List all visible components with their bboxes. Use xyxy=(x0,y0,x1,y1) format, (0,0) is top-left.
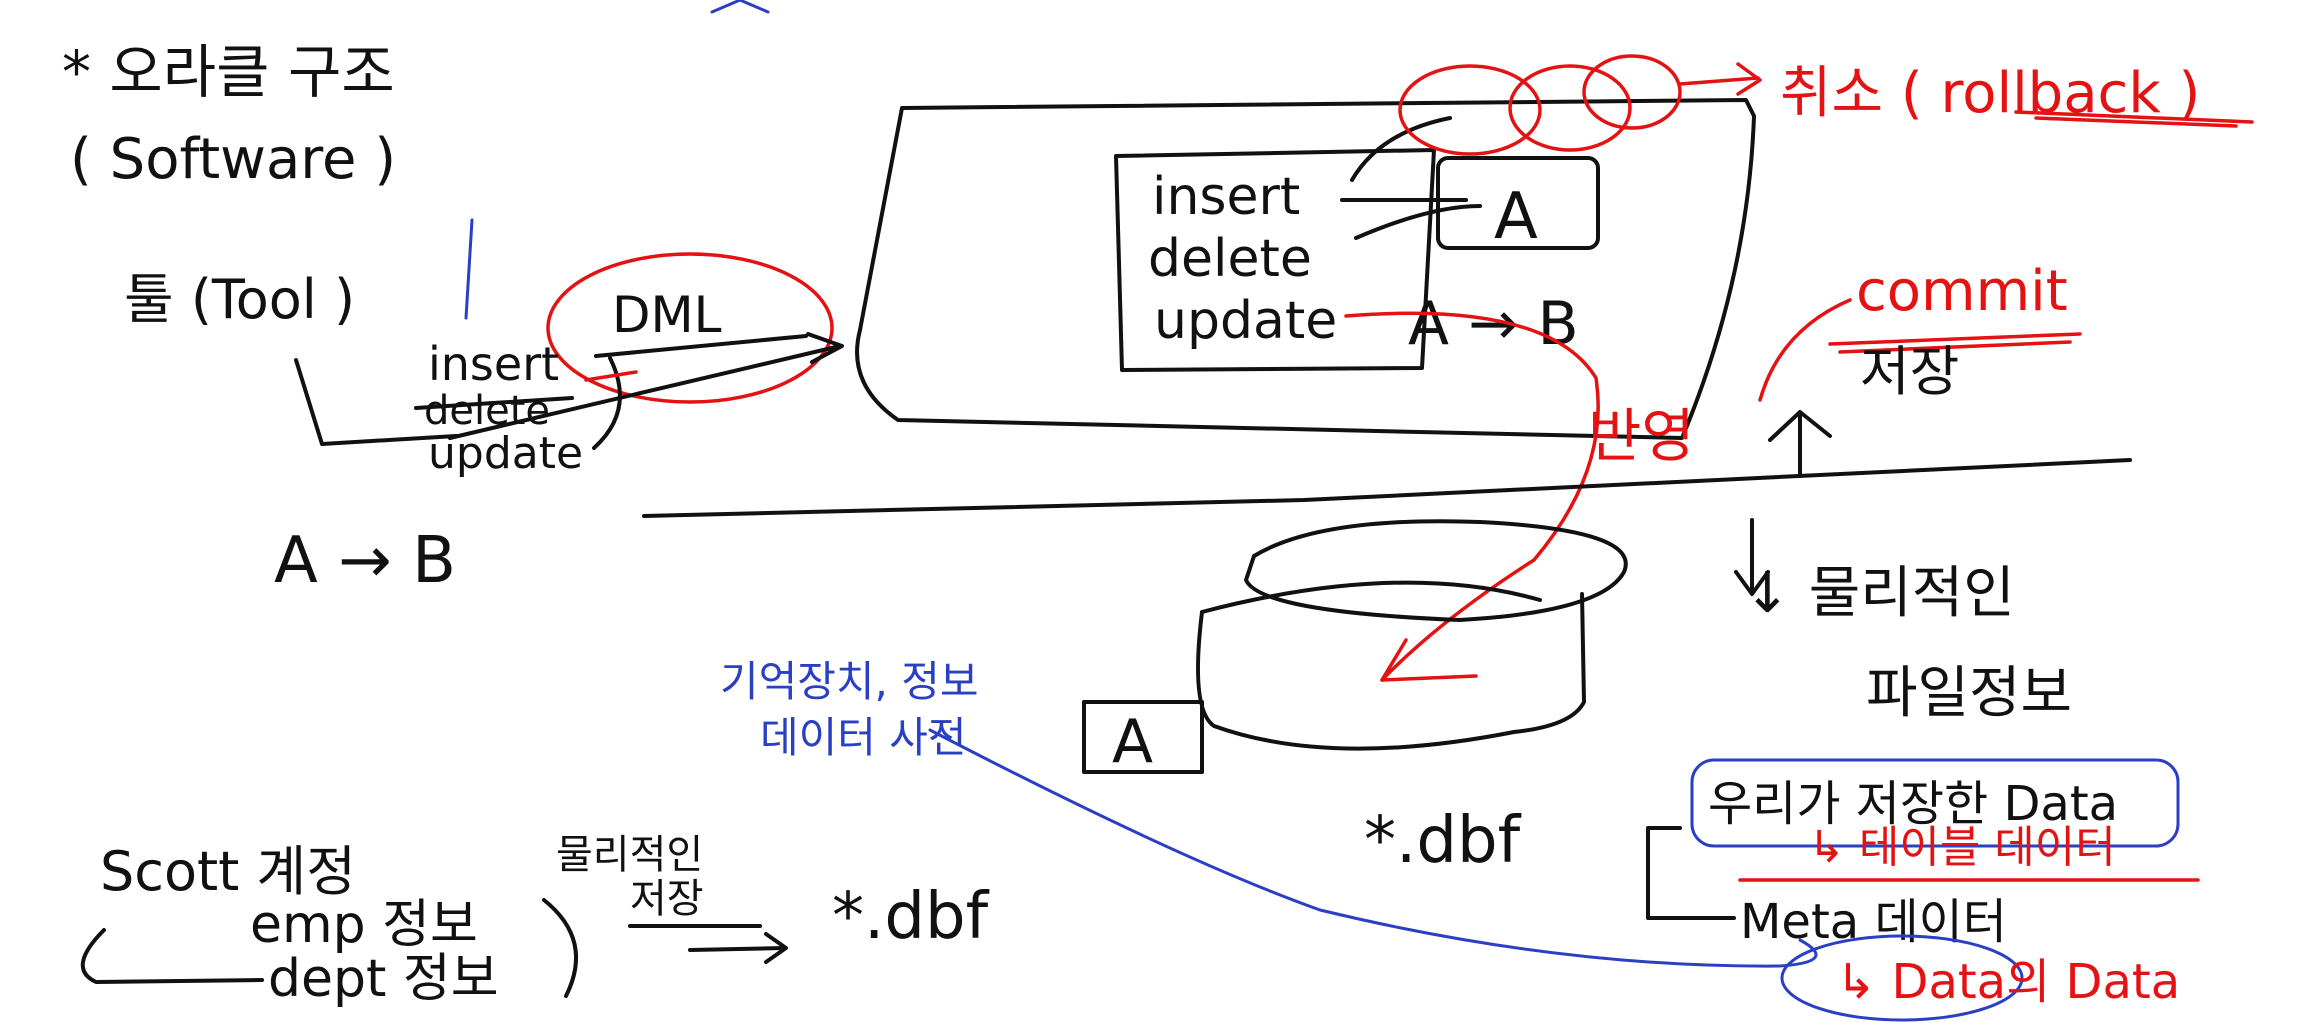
red-loop-3 xyxy=(1582,54,1682,130)
table-data-label: ↳ 테이블 데이터 xyxy=(1808,822,2116,873)
store-arrow xyxy=(628,924,788,964)
scott-bracket xyxy=(80,928,264,984)
title-oracle-structure: * 오라클 구조 xyxy=(62,38,395,106)
right-dbf: *.dbf xyxy=(1364,804,1522,878)
commit-label: commit xyxy=(1856,259,2068,324)
delete-arrow xyxy=(1354,204,1482,240)
top-blue-stroke xyxy=(710,0,770,14)
disk-section: A xyxy=(1082,519,1628,777)
tool-label: 툴 (Tool ) xyxy=(124,268,355,331)
physical-label-2: 파일정보 xyxy=(1866,661,2072,726)
blue-note-line-1: 기억장치, 정보 xyxy=(720,657,979,706)
physical-store-label-2: 저장 xyxy=(630,876,704,922)
scott-account-label: Scott 계정 xyxy=(100,840,356,903)
dbf-bracket xyxy=(1646,826,1736,920)
bottom-left-section: Scott 계정 emp 정보 dept 정보 물리적인 저장 *.dbf xyxy=(80,832,990,1009)
disk-box-a-label: A xyxy=(1112,707,1153,777)
subtitle-software: ( Software ) xyxy=(70,127,396,192)
memory-section: insert delete update A A → B xyxy=(855,98,1756,440)
reflect-label: 반영 xyxy=(1588,402,1695,470)
left-a-to-b: A → B xyxy=(274,524,456,598)
red-arrow-to-cancel xyxy=(1678,62,1762,96)
red-small-arrow-left xyxy=(584,370,638,382)
memory-update: update xyxy=(1154,291,1337,351)
memory-box-a-label: A xyxy=(1494,180,1538,254)
left-blue-stroke xyxy=(464,218,474,320)
whiteboard-canvas: * 오라클 구조 ( Software ) 툴 (Tool ) DML inse… xyxy=(62,0,2254,1022)
commit-curve xyxy=(1758,298,1852,402)
dml-label: DML xyxy=(612,286,722,344)
up-arrow xyxy=(1768,410,1832,478)
red-loop-1 xyxy=(1398,64,1542,156)
red-loop-2 xyxy=(1508,64,1632,152)
bottom-dbf: *.dbf xyxy=(832,880,990,954)
dept-label: dept 정보 xyxy=(268,949,499,1009)
memory-delete: delete xyxy=(1148,229,1312,289)
left-insert: insert xyxy=(428,337,559,391)
physical-label-1: ↓ 물리적인 xyxy=(1744,561,2015,626)
disk-top-ellipse xyxy=(1244,519,1628,622)
confirm-label: 저장 xyxy=(1860,340,1959,403)
physical-store-label-1: 물리적인 xyxy=(556,832,703,878)
emp-label: emp 정보 xyxy=(250,895,478,955)
data-data-label: ↳ Data의 Data xyxy=(1836,954,2180,1010)
emp-dept-bracket xyxy=(542,898,579,998)
blue-note-line-2: 데이터 사전 xyxy=(760,713,967,762)
horizontal-divider xyxy=(642,458,2132,518)
memory-a-to-b: A → B xyxy=(1408,289,1579,359)
memory-insert: insert xyxy=(1152,167,1300,227)
